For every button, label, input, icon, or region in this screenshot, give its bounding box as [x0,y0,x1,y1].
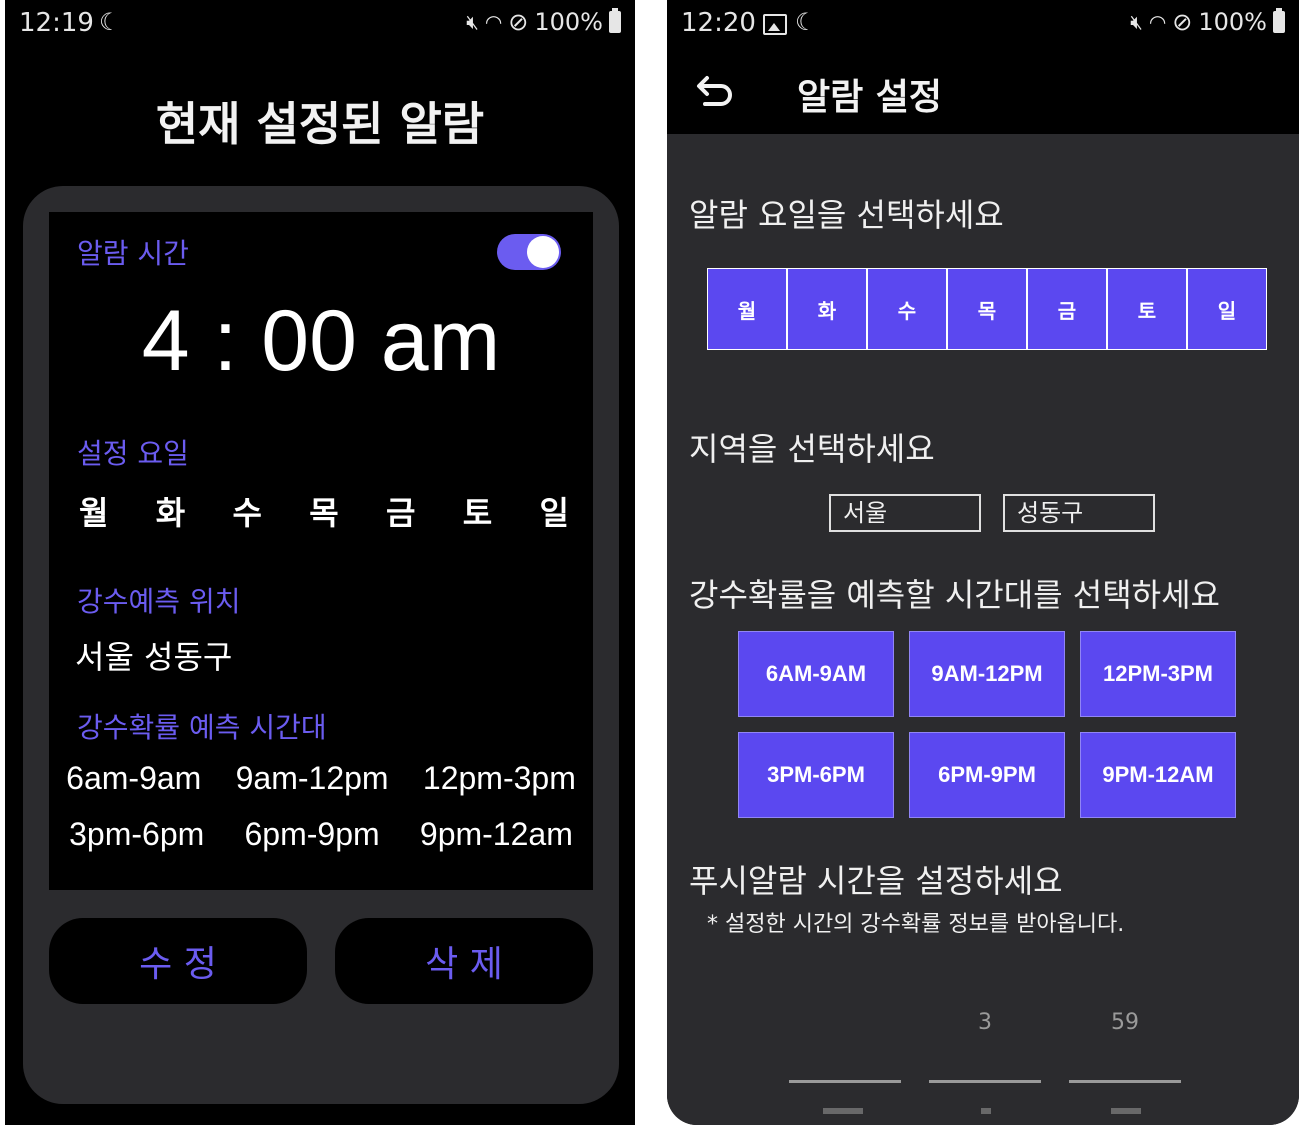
alarm-summary-screen: 12:19 ☾ 🔇︎ ◠ ⊘ 100% 현재 설정된 알람 알람 시간 4 : … [5,0,635,1125]
timeslot-item: 6pm-9pm [244,816,380,852]
day-tue: 화 [155,494,186,532]
selected-days: 월 화 수 목 금 토 일 [79,488,569,534]
battery-icon [609,8,621,33]
ampm-picker-next[interactable] [823,1108,863,1114]
status-icons: 🔇︎ ◠ ⊘ 100% [1130,8,1285,36]
image-notification-icon [763,14,787,35]
timeslot-button[interactable]: 6PM-9PM [909,732,1065,818]
ampm-picker-line [789,1080,901,1083]
day-thu: 목 [309,494,339,532]
alarm-settings-screen: 12:20 ☾ 🔇︎ ◠ ⊘ 100% 알람 설정 알람 요일을 선택하세요 월… [667,0,1299,1125]
back-arrow-icon[interactable] [695,70,735,110]
timeslot-button[interactable]: 9AM-12PM [909,631,1065,717]
timeslot-button[interactable]: 12PM-3PM [1080,631,1236,717]
blocked-icon: ⊘ [1172,8,1193,36]
timeslot-prompt: 강수확률을 예측할 시간대를 선택하세요 [689,576,1220,614]
hour-picker-value[interactable]: 3 [929,1010,1041,1035]
timeslot-button[interactable]: 6AM-9AM [738,631,894,717]
push-time-prompt: 푸시알람 시간을 설정하세요 [689,862,1063,900]
timeslot-item: 6am-9am [66,760,202,796]
status-bar: 12:20 ☾ 🔇︎ ◠ ⊘ 100% [667,0,1299,50]
status-icons: 🔇︎ ◠ ⊘ 100% [466,8,621,36]
region-prompt: 지역을 선택하세요 [689,430,935,468]
location-value: 서울 성동구 [75,638,233,676]
timeslot-item: 12pm-3pm [422,760,576,796]
timeslots-row-1: 6am-9am 9am-12pm 12pm-3pm [49,760,593,797]
weekday-prompt: 알람 요일을 선택하세요 [689,196,1004,234]
minute-picker-next[interactable] [1111,1108,1141,1114]
edit-button[interactable]: 수 정 [49,918,307,1004]
weekday-button-tue[interactable]: 화 [787,268,867,350]
timeslot-button[interactable]: 3PM-6PM [738,732,894,818]
page-title: 알람 설정 [797,77,943,118]
push-time-note: * 설정한 시간의 강수확률 정보를 받아옵니다. [707,912,1125,937]
mute-icon: 🔇︎ [1130,10,1143,34]
status-time: 12:19 [19,8,94,38]
blocked-icon: ⊘ [508,8,529,36]
city-dropdown[interactable]: 서울 [829,494,981,532]
battery-icon [1273,8,1285,33]
minute-picker-line [1069,1080,1181,1083]
battery-percent: 100% [1198,8,1267,36]
weekday-button-fri[interactable]: 금 [1027,268,1107,350]
timeslot-item: 9pm-12am [419,816,573,852]
timeslot-label: 강수확률 예측 시간대 [77,711,327,744]
delete-button[interactable]: 삭 제 [335,918,593,1004]
weekday-button-wed[interactable]: 수 [867,268,947,350]
status-bar: 12:19 ☾ 🔇︎ ◠ ⊘ 100% [5,0,635,50]
mute-icon: 🔇︎ [466,10,479,34]
minute-picker-value[interactable]: 59 [1069,1010,1181,1035]
district-dropdown[interactable]: 성동구 [1003,494,1155,532]
alarm-time-value: 4 : 00 am [141,293,501,389]
day-fri: 금 [386,494,416,532]
wifi-icon: ◠ [484,10,503,34]
days-label: 설정 요일 [77,437,189,470]
weekday-selector: 월 화 수 목 금 토 일 [707,268,1267,350]
battery-percent: 100% [534,8,603,36]
app-bar: 알람 설정 [667,50,1299,134]
wifi-icon: ◠ [1148,10,1167,34]
location-label: 강수예측 위치 [77,585,241,618]
day-sat: 토 [462,494,493,532]
day-wed: 수 [232,494,262,532]
weekday-button-mon[interactable]: 월 [707,268,787,350]
status-time: 12:20 [681,8,756,38]
weekday-button-sat[interactable]: 토 [1107,268,1187,350]
weekday-button-sun[interactable]: 일 [1187,268,1267,350]
timeslot-button[interactable]: 9PM-12AM [1080,732,1236,818]
day-sun: 일 [539,494,569,532]
weekday-button-thu[interactable]: 목 [947,268,1027,350]
dnd-moon-icon: ☾ [99,8,121,36]
dnd-moon-icon: ☾ [795,8,817,36]
alarm-enabled-toggle[interactable] [497,234,561,270]
page-title: 현재 설정된 알람 [155,97,485,151]
day-mon: 월 [79,494,109,532]
timeslots-row-2: 3pm-6pm 6pm-9pm 9pm-12am [49,816,593,853]
timeslot-item: 3pm-6pm [69,816,205,852]
hour-picker-line [929,1080,1041,1083]
hour-picker-next[interactable] [981,1108,991,1114]
alarm-time-label: 알람 시간 [77,237,189,270]
timeslot-item: 9am-12pm [235,760,389,796]
